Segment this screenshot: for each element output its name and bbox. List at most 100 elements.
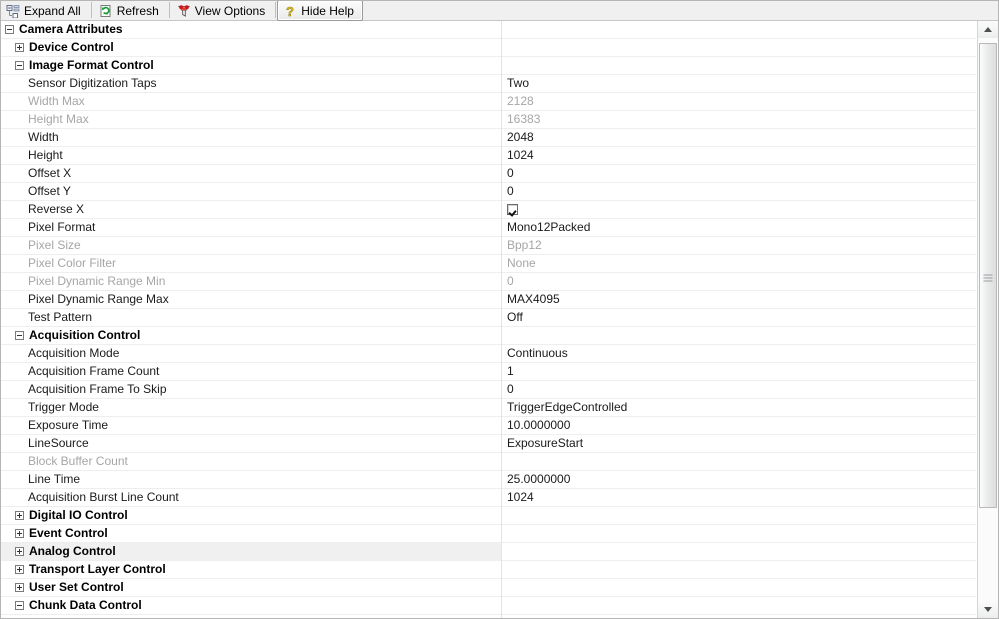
collapse-node-icon[interactable] <box>15 61 24 70</box>
table-row[interactable]: Analog Control <box>1 543 976 561</box>
row-name-cell[interactable]: Test Pattern <box>1 309 501 326</box>
row-name-cell[interactable]: Image Format Control <box>1 57 501 74</box>
table-row[interactable]: Image Format Control <box>1 57 976 75</box>
row-value-cell[interactable]: 2128 <box>501 93 976 110</box>
row-name-cell[interactable]: Width <box>1 129 501 146</box>
row-value-cell[interactable]: Bpp12 <box>501 237 976 254</box>
table-row[interactable]: Sensor Digitization Taps Two <box>1 75 976 93</box>
row-value-cell[interactable]: 25.0000000 <box>501 471 976 488</box>
row-value-cell[interactable]: MAX4095 <box>501 291 976 308</box>
scroll-down-arrow[interactable] <box>978 601 998 618</box>
view-options-button[interactable]: View Options <box>171 0 274 21</box>
row-name-cell[interactable]: Height <box>1 147 501 164</box>
table-row[interactable]: Pixel Size Bpp12 <box>1 237 976 255</box>
row-value-cell[interactable] <box>501 453 976 470</box>
row-name-cell[interactable]: LineSource <box>1 435 501 452</box>
row-name-cell[interactable]: Pixel Dynamic Range Max <box>1 291 501 308</box>
row-name-cell[interactable]: Exposure Time <box>1 417 501 434</box>
table-row[interactable]: Transport Layer Control <box>1 561 976 579</box>
table-row[interactable]: Height 1024 <box>1 147 976 165</box>
scrollbar-track[interactable] <box>978 38 998 601</box>
row-name-cell[interactable]: Acquisition Burst Line Count <box>1 489 501 506</box>
table-row[interactable]: Block Buffer Count <box>1 453 976 471</box>
row-name-cell[interactable]: Pixel Dynamic Range Min <box>1 273 501 290</box>
table-row[interactable]: Chunk Data Control <box>1 597 976 615</box>
table-row[interactable]: Pixel Dynamic Range Min 0 <box>1 273 976 291</box>
expand-node-icon[interactable] <box>15 547 24 556</box>
column-divider[interactable] <box>501 21 502 618</box>
row-name-cell[interactable]: Acquisition Frame Count <box>1 363 501 380</box>
row-value-cell[interactable] <box>501 507 976 524</box>
row-value-cell[interactable]: 1024 <box>501 489 976 506</box>
scroll-up-arrow[interactable] <box>978 21 998 38</box>
table-row[interactable]: Pixel Format Mono12Packed <box>1 219 976 237</box>
row-value-cell[interactable]: None <box>501 255 976 272</box>
row-value-cell[interactable] <box>501 327 976 344</box>
row-name-cell[interactable]: Pixel Size <box>1 237 501 254</box>
row-name-cell[interactable]: Reverse X <box>1 201 501 218</box>
table-row[interactable]: Acquisition Mode Continuous <box>1 345 976 363</box>
row-name-cell[interactable]: Offset X <box>1 165 501 182</box>
row-value-cell[interactable]: ExposureStart <box>501 435 976 452</box>
vertical-scrollbar[interactable] <box>977 21 998 618</box>
row-name-cell[interactable]: Device Control <box>1 39 501 56</box>
row-name-cell[interactable]: Analog Control <box>1 543 501 560</box>
table-row[interactable]: Test Pattern Off <box>1 309 976 327</box>
scrollbar-thumb[interactable] <box>979 43 997 508</box>
row-name-cell[interactable]: Chunk Data Control <box>1 597 501 614</box>
table-row[interactable]: Device Control <box>1 39 976 57</box>
table-row[interactable]: Width 2048 <box>1 129 976 147</box>
row-value-cell[interactable]: 0 <box>501 183 976 200</box>
row-name-cell[interactable]: Sensor Digitization Taps <box>1 75 501 92</box>
row-value-cell[interactable]: 0 <box>501 381 976 398</box>
table-row[interactable]: Acquisition Frame To Skip 0 <box>1 381 976 399</box>
row-name-cell[interactable]: Height Max <box>1 111 501 128</box>
row-value-cell[interactable]: Mono12Packed <box>501 219 976 236</box>
row-value-checkbox[interactable] <box>507 204 518 215</box>
table-row[interactable]: Acquisition Burst Line Count 1024 <box>1 489 976 507</box>
row-value-cell[interactable] <box>501 561 976 578</box>
expand-node-icon[interactable] <box>15 565 24 574</box>
hide-help-button[interactable]: ? Hide Help <box>277 0 363 21</box>
row-value-cell[interactable]: 0 <box>501 273 976 290</box>
row-name-cell[interactable]: Acquisition Mode <box>1 345 501 362</box>
row-value-cell[interactable] <box>501 597 976 614</box>
expand-node-icon[interactable] <box>15 583 24 592</box>
expand-node-icon[interactable] <box>15 43 24 52</box>
table-row[interactable]: User Set Control <box>1 579 976 597</box>
row-name-cell[interactable]: Camera Attributes <box>1 21 501 38</box>
row-value-cell[interactable]: 1 <box>501 363 976 380</box>
table-row[interactable]: Camera Attributes <box>1 21 976 39</box>
row-value-cell[interactable]: TriggerEdgeControlled <box>501 399 976 416</box>
collapse-node-icon[interactable] <box>5 25 14 34</box>
row-value-cell[interactable]: 1024 <box>501 147 976 164</box>
table-row[interactable]: Offset Y 0 <box>1 183 976 201</box>
row-value-cell[interactable]: 16383 <box>501 111 976 128</box>
table-row[interactable]: Acquisition Control <box>1 327 976 345</box>
row-name-cell[interactable]: Event Control <box>1 525 501 542</box>
table-row[interactable]: Pixel Dynamic Range Max MAX4095 <box>1 291 976 309</box>
row-value-cell[interactable] <box>501 525 976 542</box>
row-name-cell[interactable]: Trigger Mode <box>1 399 501 416</box>
row-value-cell[interactable] <box>501 21 976 38</box>
row-name-cell[interactable]: Transport Layer Control <box>1 561 501 578</box>
table-row[interactable]: Line Time 25.0000000 <box>1 471 976 489</box>
row-value-cell[interactable] <box>501 39 976 56</box>
collapse-node-icon[interactable] <box>15 601 24 610</box>
row-value-cell[interactable] <box>501 579 976 596</box>
row-value-cell[interactable] <box>501 201 976 218</box>
row-value-cell[interactable] <box>501 57 976 74</box>
row-name-cell[interactable]: Width Max <box>1 93 501 110</box>
row-value-cell[interactable]: Continuous <box>501 345 976 362</box>
row-name-cell[interactable]: Pixel Color Filter <box>1 255 501 272</box>
row-value-cell[interactable]: Off <box>501 309 976 326</box>
table-row[interactable]: Pixel Color Filter None <box>1 255 976 273</box>
table-row[interactable]: Width Max 2128 <box>1 93 976 111</box>
refresh-button[interactable]: Refresh <box>93 0 168 21</box>
table-row[interactable]: Event Control <box>1 525 976 543</box>
row-name-cell[interactable]: Acquisition Frame To Skip <box>1 381 501 398</box>
row-name-cell[interactable]: Line Time <box>1 471 501 488</box>
table-row[interactable]: Acquisition Frame Count 1 <box>1 363 976 381</box>
row-value-cell[interactable]: 10.0000000 <box>501 417 976 434</box>
table-row[interactable]: Offset X 0 <box>1 165 976 183</box>
